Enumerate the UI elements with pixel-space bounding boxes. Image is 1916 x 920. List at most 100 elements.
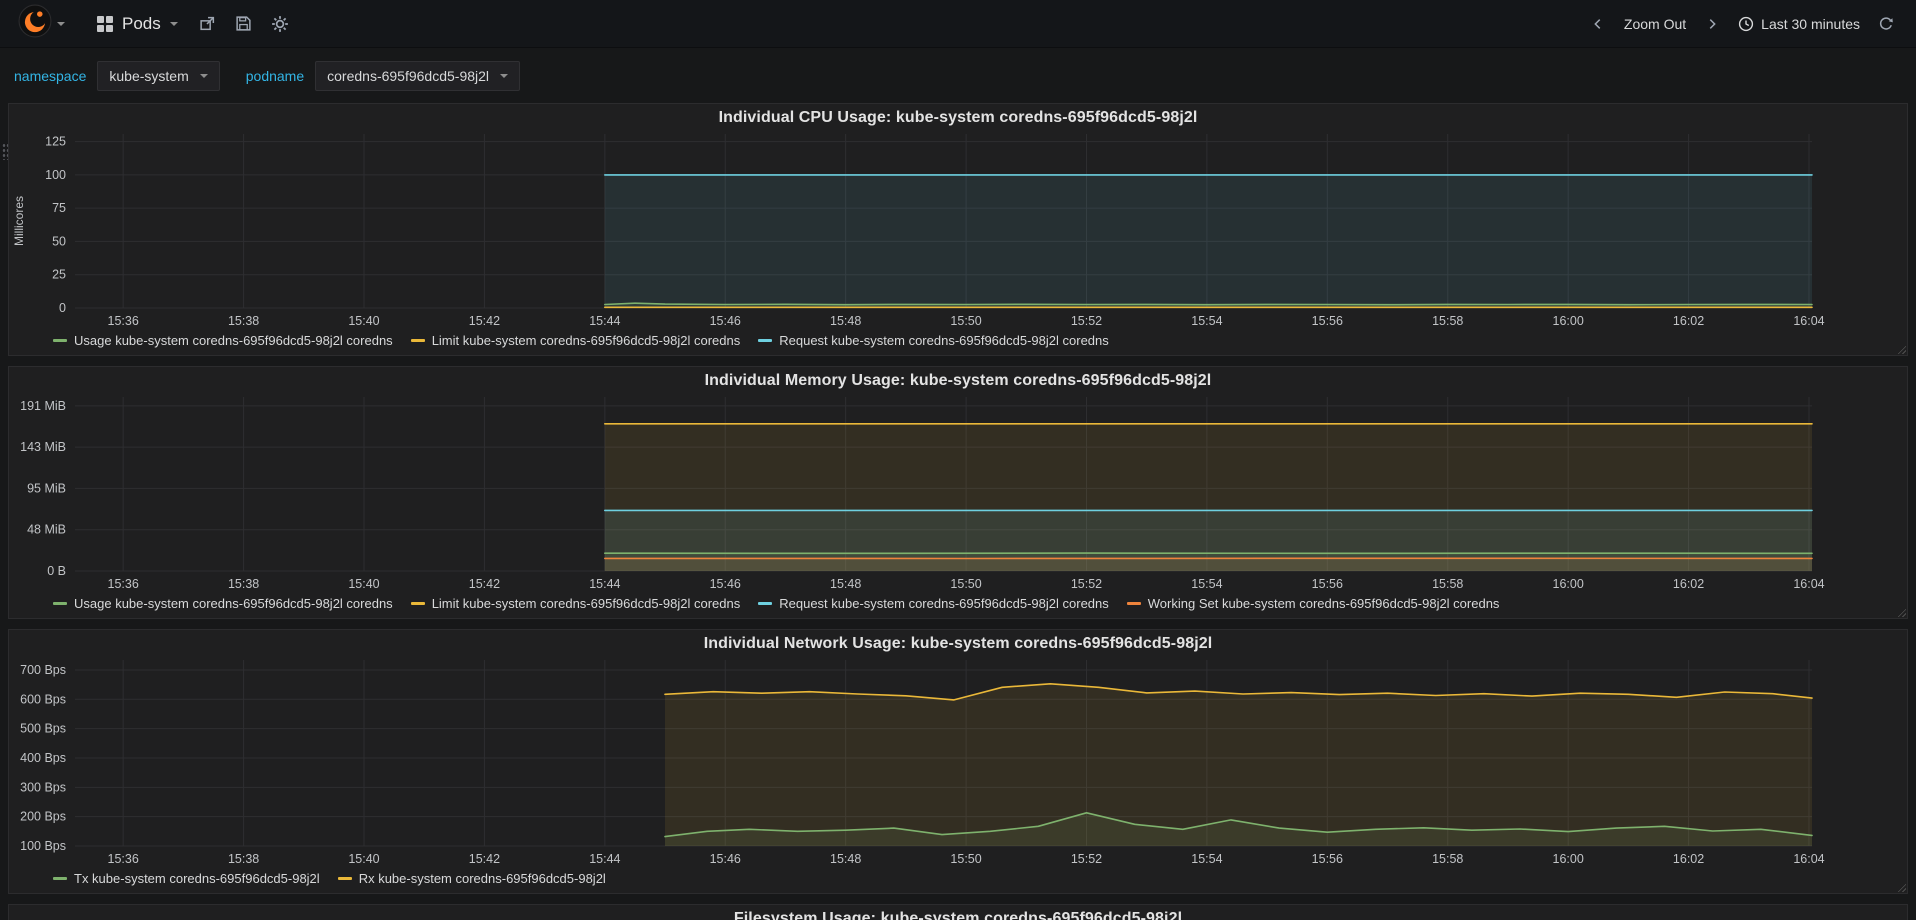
legend-item[interactable]: Request kube-system coredns-695f96dcd5-9… bbox=[758, 596, 1109, 611]
svg-text:15:58: 15:58 bbox=[1432, 314, 1463, 328]
chevron-down-icon bbox=[500, 74, 509, 78]
chart-legend: Tx kube-system coredns-695f96dcd5-98j2l R… bbox=[9, 870, 1907, 893]
svg-text:25: 25 bbox=[52, 268, 66, 282]
svg-text:15:42: 15:42 bbox=[469, 852, 500, 866]
dashboard-grid-icon bbox=[97, 15, 113, 32]
dashboard-body: Individual CPU Usage: kube-system coredn… bbox=[0, 103, 1916, 920]
svg-text:15:38: 15:38 bbox=[228, 577, 259, 591]
legend-item[interactable]: Request kube-system coredns-695f96dcd5-9… bbox=[758, 333, 1109, 348]
svg-text:600 Bps: 600 Bps bbox=[20, 692, 66, 706]
svg-text:15:50: 15:50 bbox=[950, 852, 981, 866]
refresh-icon bbox=[1879, 16, 1893, 30]
share-button[interactable] bbox=[190, 7, 226, 41]
svg-text:50: 50 bbox=[52, 234, 66, 248]
svg-text:0 B: 0 B bbox=[47, 564, 66, 578]
dashboard-settings-button[interactable] bbox=[262, 7, 298, 41]
chevron-left-icon bbox=[1594, 18, 1601, 29]
svg-text:15:52: 15:52 bbox=[1071, 577, 1102, 591]
time-range-label: Last 30 minutes bbox=[1761, 15, 1860, 32]
legend-series-label: Request kube-system coredns-695f96dcd5-9… bbox=[779, 333, 1109, 348]
legend-series-marker bbox=[758, 339, 773, 342]
svg-text:15:40: 15:40 bbox=[348, 577, 379, 591]
chart-canvas: 15:36 15:38 15:40 15:42 15:44 15:46 15:48 15:50… bbox=[20, 397, 1825, 591]
panel-cpu-usage: Individual CPU Usage: kube-system coredn… bbox=[8, 103, 1908, 356]
legend-series-label: Tx kube-system coredns-695f96dcd5-98j2l bbox=[74, 871, 320, 886]
svg-text:15:50: 15:50 bbox=[950, 577, 981, 591]
legend-item[interactable]: Limit kube-system coredns-695f96dcd5-98j… bbox=[410, 596, 740, 611]
grafana-dashboard-page: { "navbar": { "dashboard_title": "Pods",… bbox=[0, 0, 1916, 920]
legend-item[interactable]: Working Set kube-system coredns-695f96dc… bbox=[1126, 596, 1499, 611]
time-shift-back-button[interactable] bbox=[1580, 7, 1616, 41]
svg-text:100 Bps: 100 Bps bbox=[20, 839, 66, 853]
svg-text:16:02: 16:02 bbox=[1673, 852, 1704, 866]
svg-text:15:38: 15:38 bbox=[228, 852, 259, 866]
svg-text:200 Bps: 200 Bps bbox=[20, 810, 66, 824]
chart-canvas: 15:36 15:38 15:40 15:42 15:44 15:46 15:48 15:50… bbox=[12, 134, 1825, 328]
panel-title[interactable]: Individual Memory Usage: kube-system cor… bbox=[9, 367, 1907, 391]
panel-title[interactable]: Filesystem Usage: kube-system coredns-69… bbox=[9, 905, 1907, 920]
variable-podname-value: coredns-695f96dcd5-98j2l bbox=[327, 68, 490, 84]
zoom-out-button[interactable]: Zoom Out bbox=[1618, 8, 1692, 40]
svg-text:15:48: 15:48 bbox=[830, 852, 861, 866]
variable-namespace: namespace kube-system bbox=[14, 61, 220, 91]
svg-text:15:46: 15:46 bbox=[710, 577, 741, 591]
network-usage-chart[interactable]: 15:36 15:38 15:40 15:42 15:44 15:46 15:48 15:50… bbox=[9, 654, 1907, 870]
panel-title[interactable]: Individual Network Usage: kube-system co… bbox=[9, 630, 1907, 654]
navbar-left: Pods bbox=[12, 4, 298, 43]
legend-series-label: Usage kube-system coredns-695f96dcd5-98j… bbox=[74, 596, 393, 611]
clock-icon bbox=[1739, 16, 1754, 31]
legend-item[interactable]: Limit kube-system coredns-695f96dcd5-98j… bbox=[410, 333, 741, 348]
svg-text:15:56: 15:56 bbox=[1312, 577, 1343, 591]
legend-series-marker bbox=[337, 877, 352, 880]
cpu-usage-chart[interactable]: 15:36 15:38 15:40 15:42 15:44 15:46 15:48 15:50… bbox=[9, 128, 1907, 332]
variable-podname-label: podname bbox=[245, 68, 305, 84]
svg-text:Millicores: Millicores bbox=[12, 196, 26, 246]
svg-text:100: 100 bbox=[45, 168, 66, 182]
variable-namespace-dropdown[interactable]: kube-system bbox=[97, 61, 220, 91]
legend-item[interactable]: Usage kube-system coredns-695f96dcd5-98j… bbox=[53, 596, 393, 611]
navbar: Pods Zoom Out Last 30 minutes bbox=[0, 0, 1916, 48]
legend-series-marker bbox=[53, 602, 67, 605]
memory-usage-chart[interactable]: 15:36 15:38 15:40 15:42 15:44 15:46 15:48 15:50… bbox=[9, 391, 1907, 595]
svg-text:95 MiB: 95 MiB bbox=[27, 481, 66, 495]
dashboard-picker[interactable]: Pods bbox=[85, 14, 190, 34]
svg-text:15:58: 15:58 bbox=[1432, 852, 1463, 866]
legend-item[interactable]: Usage kube-system coredns-695f96dcd5-98j… bbox=[53, 333, 393, 348]
svg-text:15:44: 15:44 bbox=[589, 852, 620, 866]
share-icon bbox=[200, 16, 215, 31]
svg-text:15:42: 15:42 bbox=[469, 314, 500, 328]
svg-text:75: 75 bbox=[52, 201, 66, 215]
variable-namespace-value: kube-system bbox=[109, 68, 189, 84]
legend-item[interactable]: Rx kube-system coredns-695f96dcd5-98j2l bbox=[337, 871, 606, 886]
grafana-logo-menu[interactable] bbox=[12, 4, 71, 43]
svg-text:400 Bps: 400 Bps bbox=[20, 751, 66, 765]
svg-text:15:40: 15:40 bbox=[348, 852, 379, 866]
svg-text:16:04: 16:04 bbox=[1793, 314, 1824, 328]
svg-text:700 Bps: 700 Bps bbox=[20, 663, 66, 677]
svg-text:15:46: 15:46 bbox=[710, 314, 741, 328]
svg-text:15:54: 15:54 bbox=[1191, 314, 1222, 328]
navbar-right: Zoom Out Last 30 minutes bbox=[1580, 7, 1904, 41]
variable-podname-dropdown[interactable]: coredns-695f96dcd5-98j2l bbox=[315, 61, 521, 91]
grafana-logo-icon bbox=[18, 4, 52, 43]
panel-network-usage: Individual Network Usage: kube-system co… bbox=[8, 629, 1908, 894]
dashboard-picker-caret-icon bbox=[169, 21, 178, 26]
time-shift-forward-button[interactable] bbox=[1694, 7, 1730, 41]
svg-text:15:52: 15:52 bbox=[1071, 314, 1102, 328]
svg-text:15:58: 15:58 bbox=[1432, 577, 1463, 591]
svg-text:191 MiB: 191 MiB bbox=[20, 399, 66, 413]
svg-text:16:04: 16:04 bbox=[1793, 577, 1824, 591]
svg-text:16:00: 16:00 bbox=[1553, 314, 1584, 328]
svg-text:500 Bps: 500 Bps bbox=[20, 722, 66, 736]
legend-series-marker bbox=[410, 339, 425, 342]
variable-namespace-label: namespace bbox=[14, 68, 87, 84]
legend-series-label: Limit kube-system coredns-695f96dcd5-98j… bbox=[431, 333, 741, 348]
svg-text:15:36: 15:36 bbox=[108, 577, 139, 591]
refresh-button[interactable] bbox=[1868, 7, 1904, 41]
panel-title[interactable]: Individual CPU Usage: kube-system coredn… bbox=[9, 104, 1907, 128]
save-dashboard-button[interactable] bbox=[226, 7, 262, 41]
legend-item[interactable]: Tx kube-system coredns-695f96dcd5-98j2l bbox=[53, 871, 320, 886]
svg-text:16:04: 16:04 bbox=[1793, 852, 1824, 866]
time-range-picker[interactable]: Last 30 minutes bbox=[1732, 8, 1866, 40]
svg-text:16:00: 16:00 bbox=[1553, 852, 1584, 866]
